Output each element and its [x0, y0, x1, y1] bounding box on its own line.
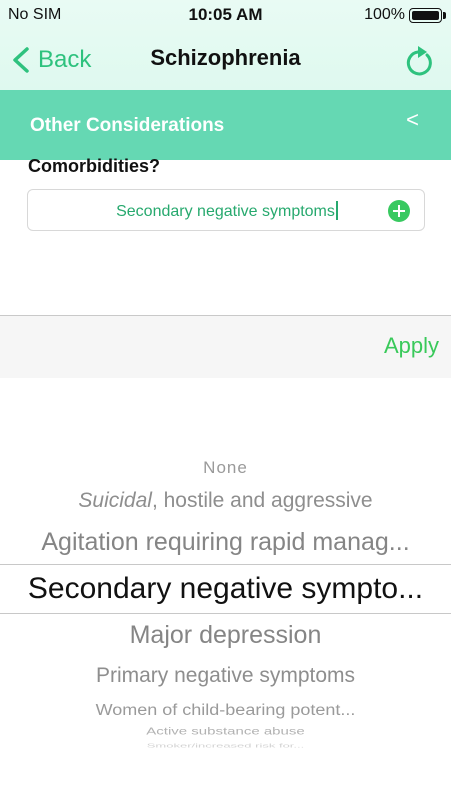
section-header[interactable]: Other Considerations < [0, 90, 451, 160]
picker-selection-divider-top [0, 564, 451, 565]
picker-option[interactable]: Agitation requiring rapid manag... [0, 528, 451, 557]
comorbidities-field-value: Secondary negative symptoms [116, 203, 335, 220]
page-title: Schizophrenia [150, 45, 301, 70]
comorbidities-field[interactable]: Secondary negative symptoms [27, 189, 425, 231]
picker-option[interactable]: Women of child-bearing potent... [0, 702, 451, 720]
refresh-icon[interactable] [403, 42, 435, 76]
add-icon[interactable] [388, 200, 410, 222]
comorbidity-picker[interactable]: None Suicidal, hostile and aggressive Ag… [0, 378, 451, 800]
picker-option[interactable]: None [0, 458, 451, 478]
navigation-bar: Back Schizophrenia [0, 30, 451, 90]
picker-option[interactable]: Primary negative symptoms [0, 664, 451, 688]
picker-option[interactable]: Active substance abuse [0, 726, 451, 738]
picker-option[interactable]: Smoker/increased risk for... [0, 743, 451, 749]
battery-icon [409, 8, 442, 23]
picker-option[interactable]: Suicidal, hostile and aggressive [0, 489, 451, 513]
comorbidities-question: Comorbidities? [28, 156, 161, 176]
picker-option-selected[interactable]: Secondary negative sympto... [0, 572, 451, 606]
section-title: Other Considerations [30, 115, 225, 136]
picker-selection-divider-bottom [0, 613, 451, 614]
apply-button[interactable]: Apply [384, 333, 439, 359]
status-bar: No SIM 10:05 AM 100% [0, 0, 451, 30]
battery-percent: 100% [364, 6, 405, 23]
collapse-chevron-icon[interactable]: < [406, 107, 419, 133]
picker-toolbar: Apply [0, 315, 451, 378]
picker-option[interactable]: Major depression [0, 621, 451, 650]
text-cursor [335, 201, 338, 220]
battery-nub [443, 12, 446, 19]
